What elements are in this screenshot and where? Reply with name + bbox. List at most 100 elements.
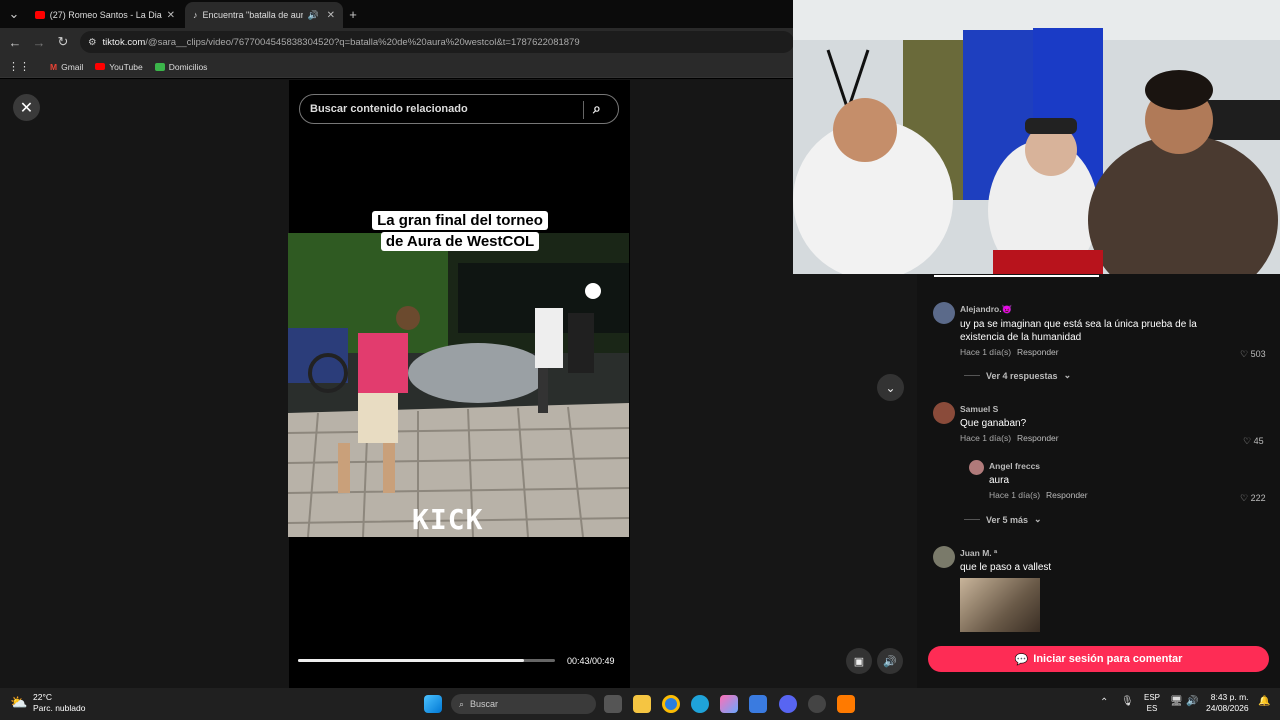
login-to-comment-button[interactable]: 💬 Iniciar sesión para comentar [928, 646, 1269, 672]
chevron-down-icon: ⌄ [1063, 370, 1072, 380]
reply-button[interactable]: Responder [1017, 347, 1059, 357]
url-host: tiktok.com [102, 36, 146, 48]
comments-panel: Alejandro.👿 uy pa se imaginan que está s… [917, 273, 1280, 688]
tab-strip: ⌄ (27) Romeo Santos - La Diabla/ ✕ ♪ Enc… [0, 0, 794, 28]
discord-icon[interactable] [779, 695, 797, 713]
comment-image[interactable] [960, 578, 1040, 632]
comment-text: Que ganaban? [960, 418, 1027, 429]
comment-author[interactable]: Juan M. ª [960, 548, 1220, 558]
weather-widget[interactable]: 22°C Parc. nublado [33, 692, 85, 714]
chevron-up-icon[interactable]: ⌃ [1100, 697, 1108, 708]
like-count: 222 [1250, 493, 1266, 503]
tab-tiktok[interactable]: ♪ Encuentra "batalla de aura v 🔊 ✕ [185, 2, 343, 28]
comment-author[interactable]: Angel freccs [989, 461, 1219, 471]
notification-bell-icon[interactable]: 🔔 [1258, 696, 1270, 707]
comment-text: uy pa se imaginan que está sea la única … [960, 319, 1197, 343]
divider [964, 375, 980, 376]
comment-date: Hace 1 día(s) [960, 433, 1012, 443]
weather-condition: Parc. nublado [33, 703, 86, 713]
apps-grid-icon[interactable]: ⋮⋮ [8, 60, 30, 73]
soundcloud-icon[interactable] [837, 695, 855, 713]
avatar[interactable] [969, 460, 984, 475]
speaker-icon[interactable]: 🔊 [1186, 696, 1198, 707]
tab-title: (27) Romeo Santos - La Diabla/ [49, 10, 162, 20]
url-path: /@sara__clips/video/7677004545838304520?… [145, 36, 580, 48]
close-tab-icon[interactable]: ✕ [327, 10, 335, 21]
file-explorer-icon[interactable] [633, 695, 651, 713]
caption-line-1: La gran final del torneo [372, 211, 548, 230]
video-frame[interactable]: KICK [288, 233, 629, 537]
heart-icon: ♡ [1240, 349, 1249, 359]
comment-item: Samuel S Que ganaban? Hace 1 día(s) Respo… [960, 404, 1220, 443]
like-button[interactable]: ♡ 503 [1240, 349, 1266, 360]
reply-button[interactable]: Responder [1046, 490, 1088, 500]
comment-author[interactable]: Alejandro.👿 [960, 304, 1220, 315]
chrome-icon[interactable] [662, 695, 680, 713]
bookmark-domicilios[interactable]: Domicilios [154, 62, 207, 72]
bookmark-label: Gmail [61, 61, 84, 72]
copilot-icon[interactable] [720, 695, 738, 713]
next-video-chevron-icon[interactable]: ⌄ [877, 374, 904, 401]
back-arrow-icon[interactable]: ← [3, 30, 27, 54]
bookmark-label: YouTube [109, 61, 143, 72]
avatar[interactable] [933, 402, 955, 424]
edge-icon[interactable] [691, 695, 709, 713]
tab-indicator [934, 275, 1099, 277]
webcam-overlay [793, 0, 1280, 274]
store-icon[interactable] [749, 695, 767, 713]
site-info-icon[interactable]: ⚙ [88, 37, 97, 48]
microphone-icon[interactable]: 🎙 [1121, 696, 1134, 707]
bookmark-gmail[interactable]: M Gmail [50, 62, 83, 72]
new-tab-button[interactable]: + [341, 2, 365, 26]
address-bar[interactable]: ⚙ tiktok.com/@sara__clips/video/76770045… [80, 31, 794, 53]
divider [583, 101, 584, 119]
obs-icon[interactable] [808, 695, 826, 713]
like-button[interactable]: ♡ 45 [1243, 436, 1264, 447]
task-view-icon[interactable] [604, 695, 622, 713]
weather-icon[interactable]: ⛅ [10, 694, 27, 711]
domicilios-icon [154, 62, 165, 71]
reload-icon[interactable]: ↻ [51, 30, 75, 54]
network-icon[interactable]: 🖥 [1170, 696, 1183, 707]
windows-start-icon[interactable] [424, 695, 442, 713]
clock-date: 24/08/2026 [1206, 703, 1249, 713]
comment-text: que le paso a vallest [960, 562, 1052, 573]
gmail-icon: M [50, 61, 58, 72]
clock[interactable]: 8:43 p. m. 24/08/2026 [1206, 692, 1249, 714]
comment-date: Hace 1 día(s) [989, 490, 1041, 500]
avatar[interactable] [933, 546, 955, 568]
close-icon[interactable]: ✕ [13, 94, 40, 121]
comment-author[interactable]: Samuel S [960, 404, 1220, 414]
like-count: 45 [1253, 436, 1264, 446]
avatar[interactable] [933, 302, 955, 324]
floating-player-icon[interactable]: ▣ [846, 648, 872, 674]
browser-toolbar: ← → ↻ ⚙ tiktok.com/@sara__clips/video/76… [0, 28, 794, 56]
related-search-input[interactable]: Buscar contenido relacionado ⌕ [299, 94, 619, 124]
reply-button[interactable]: Responder [1017, 433, 1059, 443]
like-button[interactable]: ♡ 222 [1240, 493, 1266, 504]
tab-list-chevron-icon[interactable]: ⌄ [2, 2, 26, 26]
tab-title: Encuentra "batalla de aura v [202, 10, 303, 20]
comment-bubble-icon: 💬 [1014, 653, 1029, 666]
forward-arrow-icon[interactable]: → [27, 30, 51, 54]
heart-icon: ♡ [1243, 436, 1252, 446]
taskbar-search[interactable]: ⌕ Buscar [451, 694, 596, 714]
login-button-label: Iniciar sesión para comentar [1033, 653, 1183, 665]
temperature: 22°C [33, 692, 52, 702]
audio-playing-icon[interactable]: 🔊 [308, 10, 319, 21]
search-icon[interactable]: ⌕ [593, 100, 601, 117]
close-tab-icon[interactable]: ✕ [167, 10, 175, 21]
volume-icon[interactable]: 🔊 [877, 648, 903, 674]
bookmark-youtube[interactable]: YouTube [95, 61, 143, 72]
video-progress-fill [298, 659, 525, 662]
keyboard-layout: ES [1146, 704, 1158, 713]
kick-watermark: KICK [412, 503, 484, 536]
video-progress-bar[interactable] [298, 659, 555, 662]
clock-time: 8:43 p. m. [1210, 692, 1249, 702]
language-indicator[interactable]: ESP ES [1144, 692, 1160, 714]
view-more-button[interactable]: Ver 5 más ⌄ [964, 514, 1042, 525]
tab-youtube[interactable]: (27) Romeo Santos - La Diabla/ ✕ [27, 2, 183, 28]
video-caption: La gran final del torneo de Aura de West… [300, 210, 620, 252]
video-time: 00:43/00:49 [567, 656, 615, 666]
view-replies-button[interactable]: Ver 4 respuestas ⌄ [964, 370, 1071, 381]
